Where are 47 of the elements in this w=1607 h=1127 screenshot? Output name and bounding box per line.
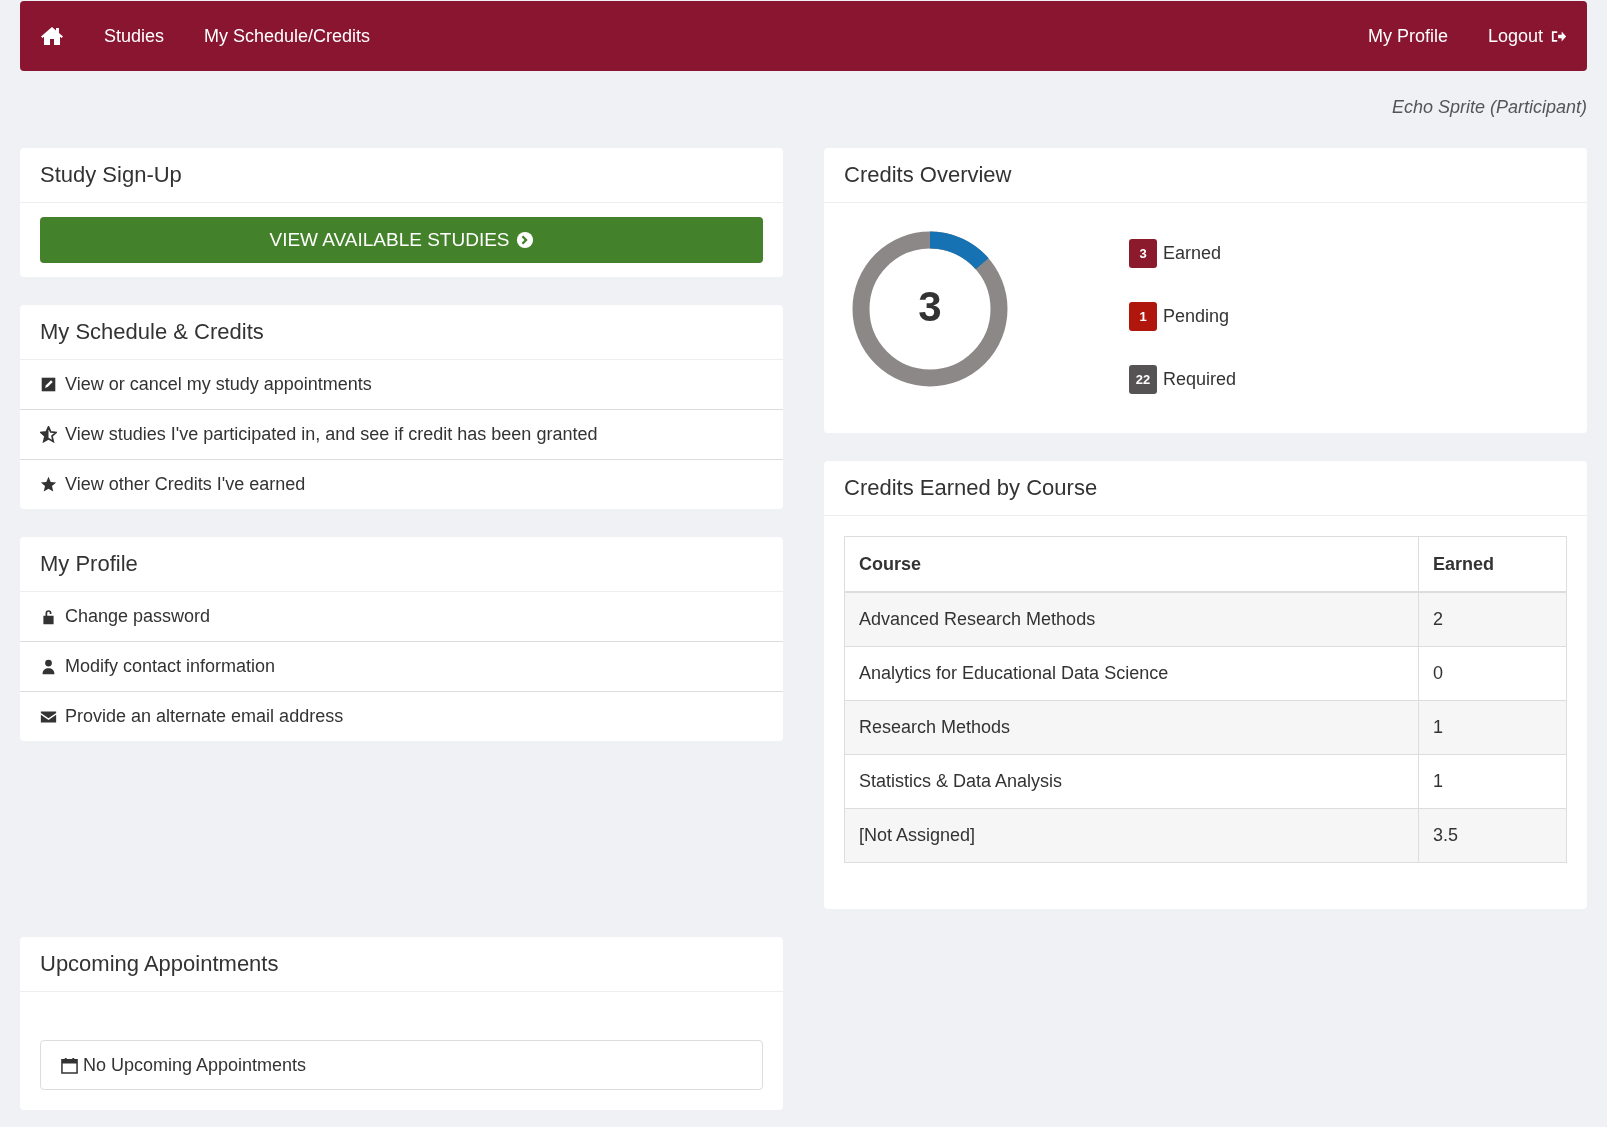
arrow-circle-icon <box>515 231 534 249</box>
logout-icon <box>1551 28 1567 44</box>
envelope-icon <box>40 708 57 725</box>
count-badge: 3 <box>1129 239 1157 268</box>
nav-link[interactable]: My Schedule/Credits <box>204 25 371 47</box>
logout-link[interactable]: Logout <box>1487 25 1567 47</box>
empty-text: No Upcoming Appointments <box>83 1054 307 1076</box>
list-link[interactable]: View or cancel my study appointments <box>20 360 783 409</box>
panel-title: Study Sign-Up <box>20 148 783 203</box>
count-badge: 1 <box>1129 302 1157 331</box>
panel-title: Upcoming Appointments <box>20 937 783 992</box>
table-cell: 0 <box>1418 646 1567 701</box>
table-cell: Analytics for Educational Data Science <box>844 646 1419 701</box>
donut-value: 3 <box>917 283 943 331</box>
nav-link[interactable]: Studies <box>104 25 165 47</box>
home-icon <box>40 26 64 46</box>
table-cell: 1 <box>1418 700 1567 755</box>
count-badge: 22 <box>1129 365 1157 394</box>
lock-icon <box>40 608 57 625</box>
panel-title: My Profile <box>20 537 783 592</box>
view-studies-button[interactable]: VIEW AVAILABLE STUDIES <box>40 217 763 263</box>
list-link[interactable]: Change password <box>20 592 783 641</box>
table-cell: 1 <box>1418 754 1567 809</box>
home-link[interactable] <box>40 26 64 46</box>
edit-icon <box>40 376 57 393</box>
list-link[interactable]: View other Credits I've earned <box>20 459 783 509</box>
list-link[interactable]: Modify contact information <box>20 641 783 691</box>
panel-title: Credits Overview <box>824 148 1587 203</box>
table-cell: Advanced Research Methods <box>844 592 1419 647</box>
panel-title: Credits Earned by Course <box>824 461 1587 516</box>
table-cell: Research Methods <box>844 700 1419 755</box>
calendar-icon <box>61 1056 78 1074</box>
legend-label: Pending <box>1163 306 1230 327</box>
nav-link[interactable]: My Profile <box>1367 25 1448 47</box>
user-icon <box>40 658 57 675</box>
table-cell: Statistics & Data Analysis <box>844 754 1419 809</box>
user-name: Echo Sprite (Participant) <box>1391 97 1587 117</box>
legend-label: Earned <box>1163 243 1222 264</box>
star-outline-icon <box>40 426 57 443</box>
table-cell: [Not Assigned] <box>844 808 1419 863</box>
table-cell: 2 <box>1418 592 1567 647</box>
panel-title: My Schedule & Credits <box>20 305 783 360</box>
legend-label: Required <box>1163 369 1237 390</box>
list-link[interactable]: Provide an alternate email address <box>20 691 783 741</box>
star-icon <box>40 476 57 493</box>
list-link[interactable]: View studies I've participated in, and see if credit has been granted <box>20 409 783 459</box>
table-cell: 3.5 <box>1418 808 1567 863</box>
